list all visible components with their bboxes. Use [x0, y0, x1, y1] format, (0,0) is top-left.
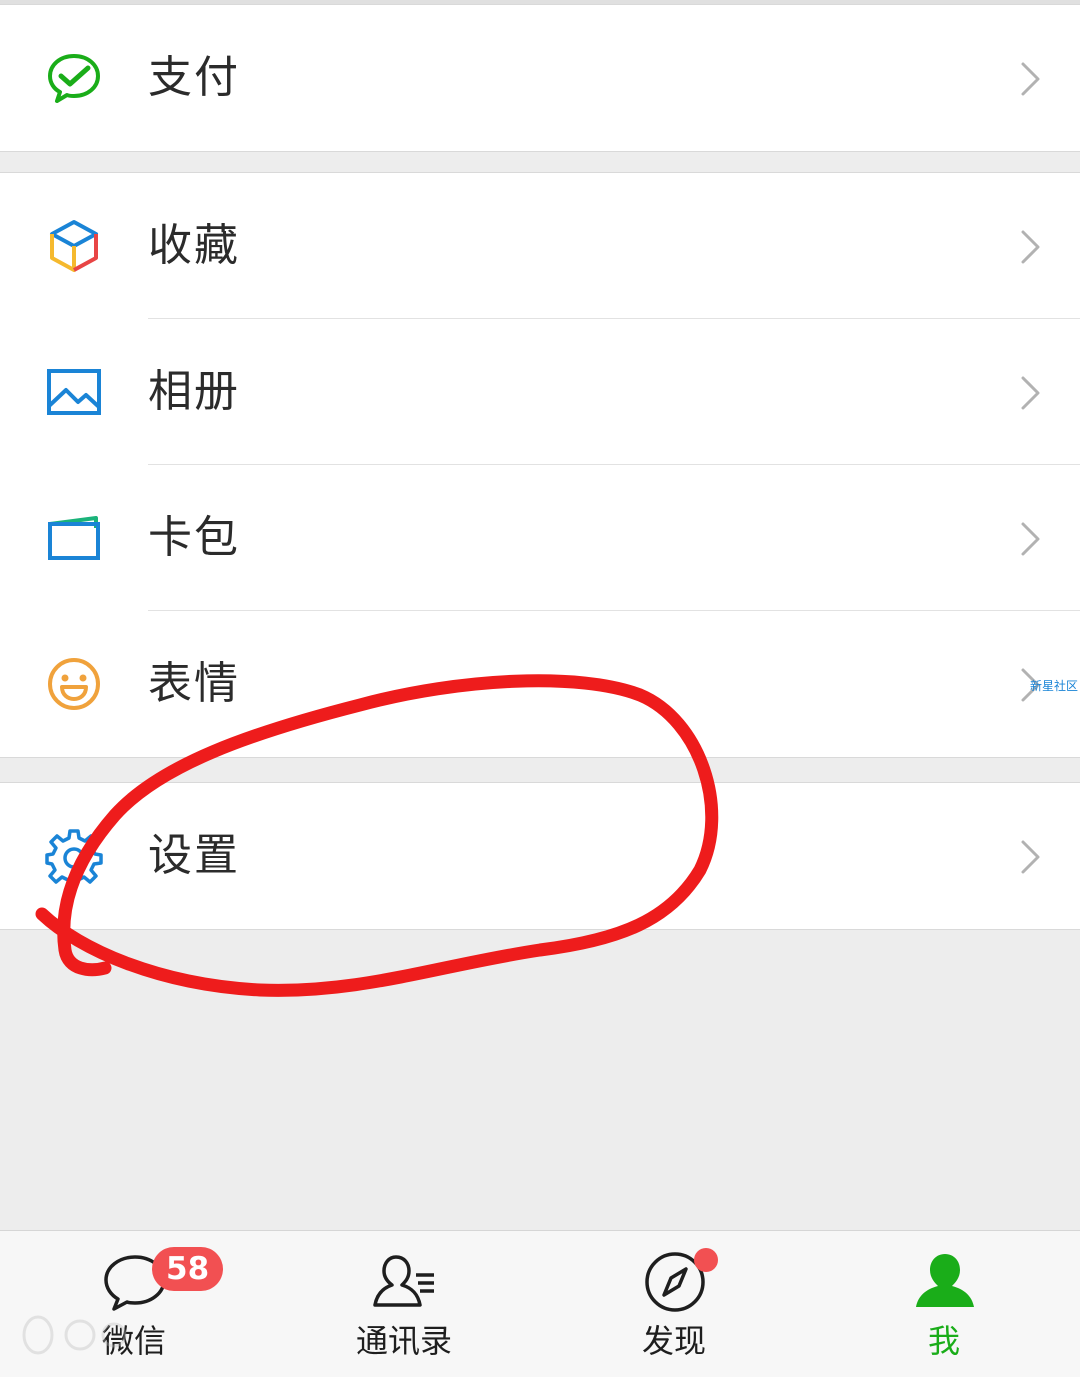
menu-label-favorites: 收藏 — [148, 220, 240, 271]
nav-tab-me[interactable]: 我 — [874, 1231, 1014, 1377]
menu-item-pay[interactable]: 支付 — [0, 5, 1080, 151]
wechat-pay-icon — [48, 54, 100, 103]
unread-count-badge: 58 — [152, 1247, 224, 1291]
menu-item-cards[interactable]: 卡包 — [0, 465, 1080, 611]
side-watermark-text: 新星社区 — [1029, 679, 1078, 693]
menu-item-favorites[interactable]: 收藏 — [0, 173, 1080, 319]
nav-label-contacts: 通讯录 — [355, 1322, 452, 1360]
person-icon — [916, 1254, 974, 1307]
group-settings: 设置 — [0, 782, 1080, 930]
menu-label-stickers: 表情 — [148, 658, 240, 709]
menu-label-album: 相册 — [148, 366, 240, 417]
nav-tab-discover[interactable]: 发现 — [604, 1231, 744, 1377]
group-pay: 支付 — [0, 4, 1080, 152]
smiley-icon — [48, 658, 100, 710]
group-features: 收藏 相册 卡包 表情 新星社区 — [0, 172, 1080, 758]
qq-watermark-icon — [22, 1315, 127, 1355]
album-picture-icon — [47, 369, 101, 415]
nav-tab-contacts[interactable]: 通讯录 — [334, 1231, 474, 1377]
menu-item-stickers[interactable]: 表情 新星社区 — [0, 611, 1080, 757]
chevron-right-icon — [1021, 62, 1040, 96]
gear-icon — [45, 829, 103, 886]
menu-label-pay: 支付 — [148, 52, 240, 103]
card-wallet-icon — [48, 516, 100, 560]
contacts-icon — [373, 1255, 434, 1307]
chevron-right-icon — [1021, 230, 1040, 264]
menu-label-settings: 设置 — [148, 830, 240, 881]
nav-label-discover: 发现 — [641, 1322, 706, 1360]
menu-label-cards: 卡包 — [148, 512, 240, 563]
menu-item-album[interactable]: 相册 — [0, 319, 1080, 465]
chevron-right-icon — [1021, 840, 1040, 874]
favorites-cube-icon — [50, 220, 98, 272]
chevron-right-icon — [1021, 522, 1040, 556]
menu-item-settings[interactable]: 设置 — [0, 783, 1080, 929]
nav-label-me: 我 — [927, 1322, 960, 1360]
discover-new-dot — [694, 1248, 718, 1272]
chevron-right-icon — [1021, 376, 1040, 410]
